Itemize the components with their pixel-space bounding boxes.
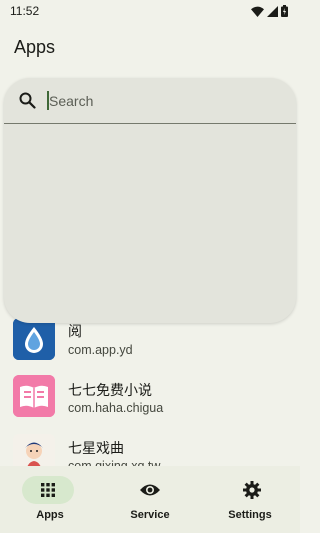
gear-icon [226,476,278,504]
search-input[interactable] [46,90,276,112]
wifi-icon [251,6,264,17]
nav-label: Apps [36,509,64,521]
eye-icon [124,476,176,504]
app-name: 七七免费小说 [68,382,152,398]
water-drop-icon [13,318,55,360]
text-caret [47,91,49,110]
nav-item-service[interactable]: Service [100,466,200,533]
signal-icon [267,5,278,17]
nav-item-apps[interactable]: Apps [0,466,100,533]
bottom-navigation: Apps Service Settings [0,466,300,533]
status-bar: 11:52 [0,0,300,22]
search-icon[interactable] [19,92,36,114]
top-app-bar: Apps [0,22,300,72]
app-package: com.haha.chigua [68,401,164,415]
app-name: 阅 [68,323,82,339]
app-list-item[interactable]: 七七免费小说 com.haha.chigua [0,368,300,426]
page-title: Apps [14,36,56,57]
app-package: com.app.yd [68,343,133,357]
nav-item-settings[interactable]: Settings [200,466,300,533]
battery-icon [281,5,288,17]
search-panel [4,78,296,323]
nav-label: Service [130,509,170,521]
status-icons [251,5,288,17]
app-name: 七星戏曲 [68,440,124,456]
grid-icon [22,476,74,504]
search-bar[interactable] [4,78,296,124]
book-icon [13,375,55,417]
nav-label: Settings [228,509,272,521]
status-time: 11:52 [10,4,40,18]
